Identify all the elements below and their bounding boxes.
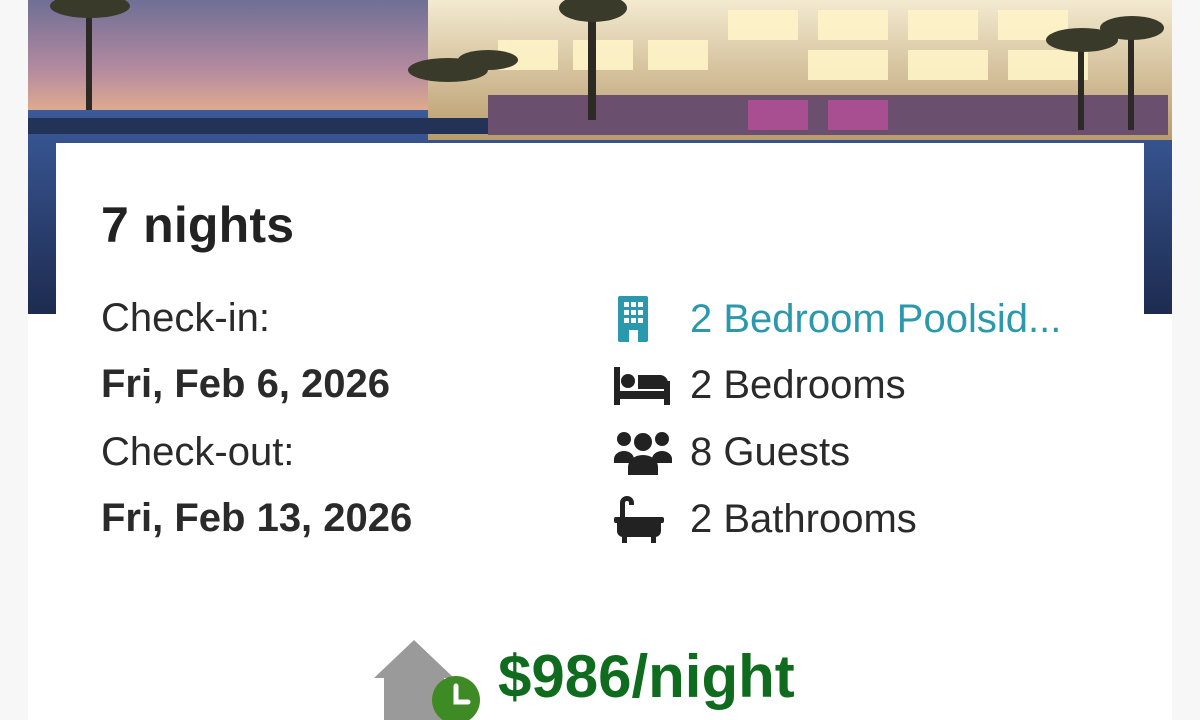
guests-label: 8 Guests [690,429,851,474]
unit-type-label: 2 Bedroom Poolsid... [690,296,1062,341]
bathrooms-label: 2 Bathrooms [690,496,917,541]
nights-count: 7 nights [101,197,295,253]
guests-item: 8 Guests [614,425,850,479]
price-row: $986/night [370,636,795,720]
guests-icon [614,425,674,479]
bathtub-icon [614,492,674,546]
checkin-date: Fri, Feb 6, 2026 [101,362,391,406]
house-clock-icon [370,636,482,720]
nightly-price: $986/night [498,643,795,710]
checkin-label: Check-in: [101,296,270,340]
bedrooms-label: 2 Bedrooms [690,362,906,407]
checkout-date: Fri, Feb 13, 2026 [101,496,413,540]
right-gutter [1172,0,1200,720]
checkout-label: Check-out: [101,430,295,474]
building-icon [614,292,674,346]
listing-page: 7 nights Check-in: Fri, Feb 6, 2026 Chec… [0,0,1200,720]
bed-icon [614,358,674,412]
unit-type-link[interactable]: 2 Bedroom Poolsid... [614,292,1061,346]
bathrooms-item: 2 Bathrooms [614,492,917,546]
bedrooms-item: 2 Bedrooms [614,358,906,412]
left-gutter [0,0,28,720]
